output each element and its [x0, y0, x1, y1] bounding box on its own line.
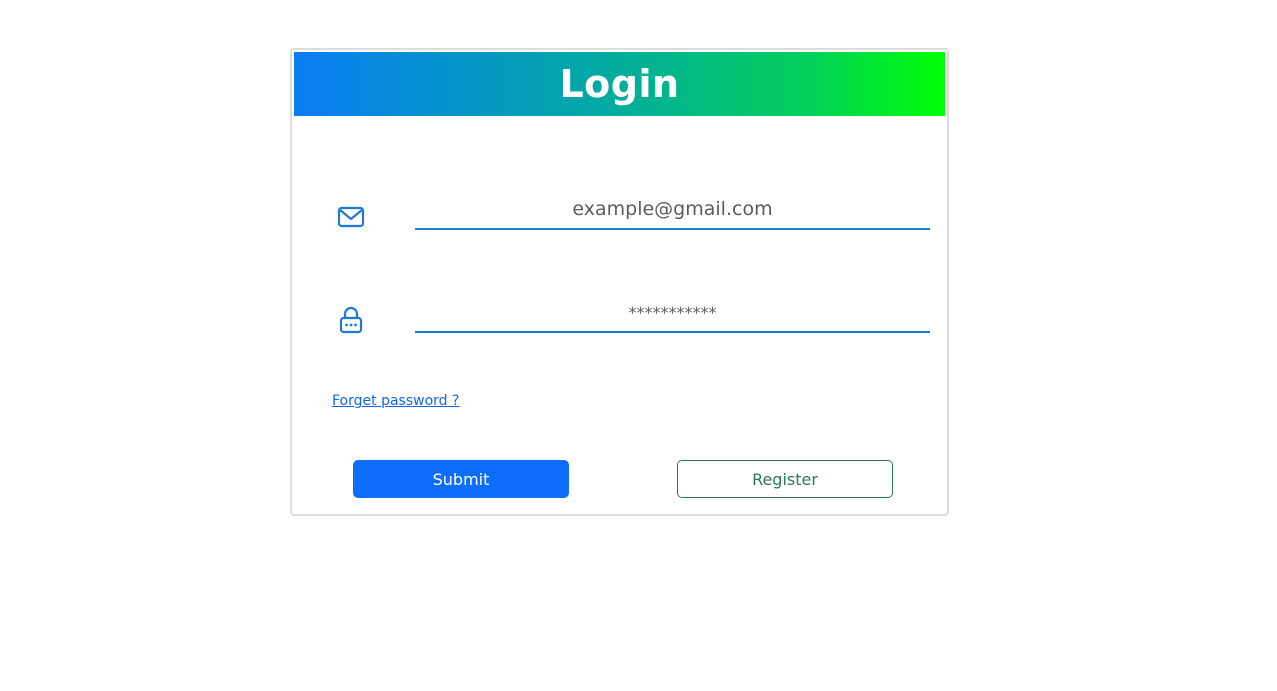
submit-button[interactable]: Submit — [353, 460, 569, 498]
password-field[interactable] — [415, 293, 930, 333]
email-field[interactable] — [415, 190, 930, 230]
login-card: Login Forget password ? Submit Register — [290, 48, 949, 516]
register-button[interactable]: Register — [677, 460, 893, 498]
email-row — [292, 190, 947, 230]
login-header: Login — [294, 52, 945, 116]
forgot-password-link[interactable]: Forget password ? — [332, 393, 459, 409]
password-row — [292, 293, 947, 335]
page-title: Login — [559, 62, 680, 106]
lock-icon — [336, 305, 366, 335]
envelope-icon — [336, 202, 366, 232]
